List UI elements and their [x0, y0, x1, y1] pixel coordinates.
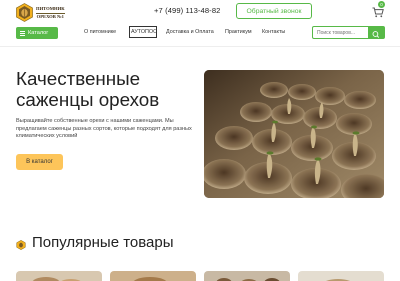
product-card[interactable] — [110, 271, 196, 281]
hero-image — [204, 70, 384, 198]
heart-icon[interactable] — [376, 274, 380, 278]
menu-icon — [20, 30, 25, 36]
phone-link[interactable]: +7 (499) 113-48-82 — [154, 6, 220, 15]
logo-badge-icon — [15, 3, 34, 22]
nav-item-delivery[interactable]: Доставка и Оплата — [166, 29, 214, 35]
nav-item-practicum[interactable]: Практикум — [225, 29, 252, 35]
hero-description: Выращивайте собственные орехи с нашими с… — [16, 118, 192, 139]
header-divider — [0, 46, 400, 47]
logo-text: ПИТОМНИК ОРЕХОВ №1 — [36, 6, 65, 19]
nav-item-autopos[interactable]: АУТОПОС — [131, 29, 157, 35]
search-input[interactable] — [315, 28, 370, 37]
search-icon — [372, 31, 380, 38]
to-catalog-button[interactable]: В каталог — [16, 154, 63, 170]
hero-title-line-2: саженцы орехов — [16, 89, 160, 110]
site-logo[interactable]: ПИТОМНИК ОРЕХОВ №1 — [15, 3, 105, 22]
logo-line-2: ОРЕХОВ №1 — [36, 13, 64, 19]
heart-icon[interactable] — [188, 274, 192, 278]
catalog-button-label: Каталог — [28, 30, 49, 36]
logo-line-1: ПИТОМНИК — [36, 6, 65, 12]
nut-icon — [16, 237, 26, 250]
heart-icon[interactable] — [282, 274, 286, 278]
catalog-button[interactable]: Каталог — [16, 27, 58, 39]
product-card[interactable] — [298, 271, 384, 281]
product-card[interactable] — [204, 271, 290, 281]
heart-icon[interactable] — [94, 274, 98, 278]
search-button[interactable] — [368, 27, 384, 38]
cart-count-badge: 0 — [378, 1, 385, 8]
nav-item-contacts[interactable]: Контакты — [262, 29, 285, 35]
callback-button[interactable]: Обратный звонок — [236, 3, 312, 19]
hero-title: Качественные саженцы орехов — [16, 68, 196, 110]
nav-item-about[interactable]: О питомнике — [84, 29, 116, 35]
product-card[interactable] — [16, 271, 102, 281]
search-box — [312, 26, 385, 39]
popular-section-title: Популярные товары — [32, 234, 174, 251]
hero-title-line-1: Качественные — [16, 68, 141, 89]
